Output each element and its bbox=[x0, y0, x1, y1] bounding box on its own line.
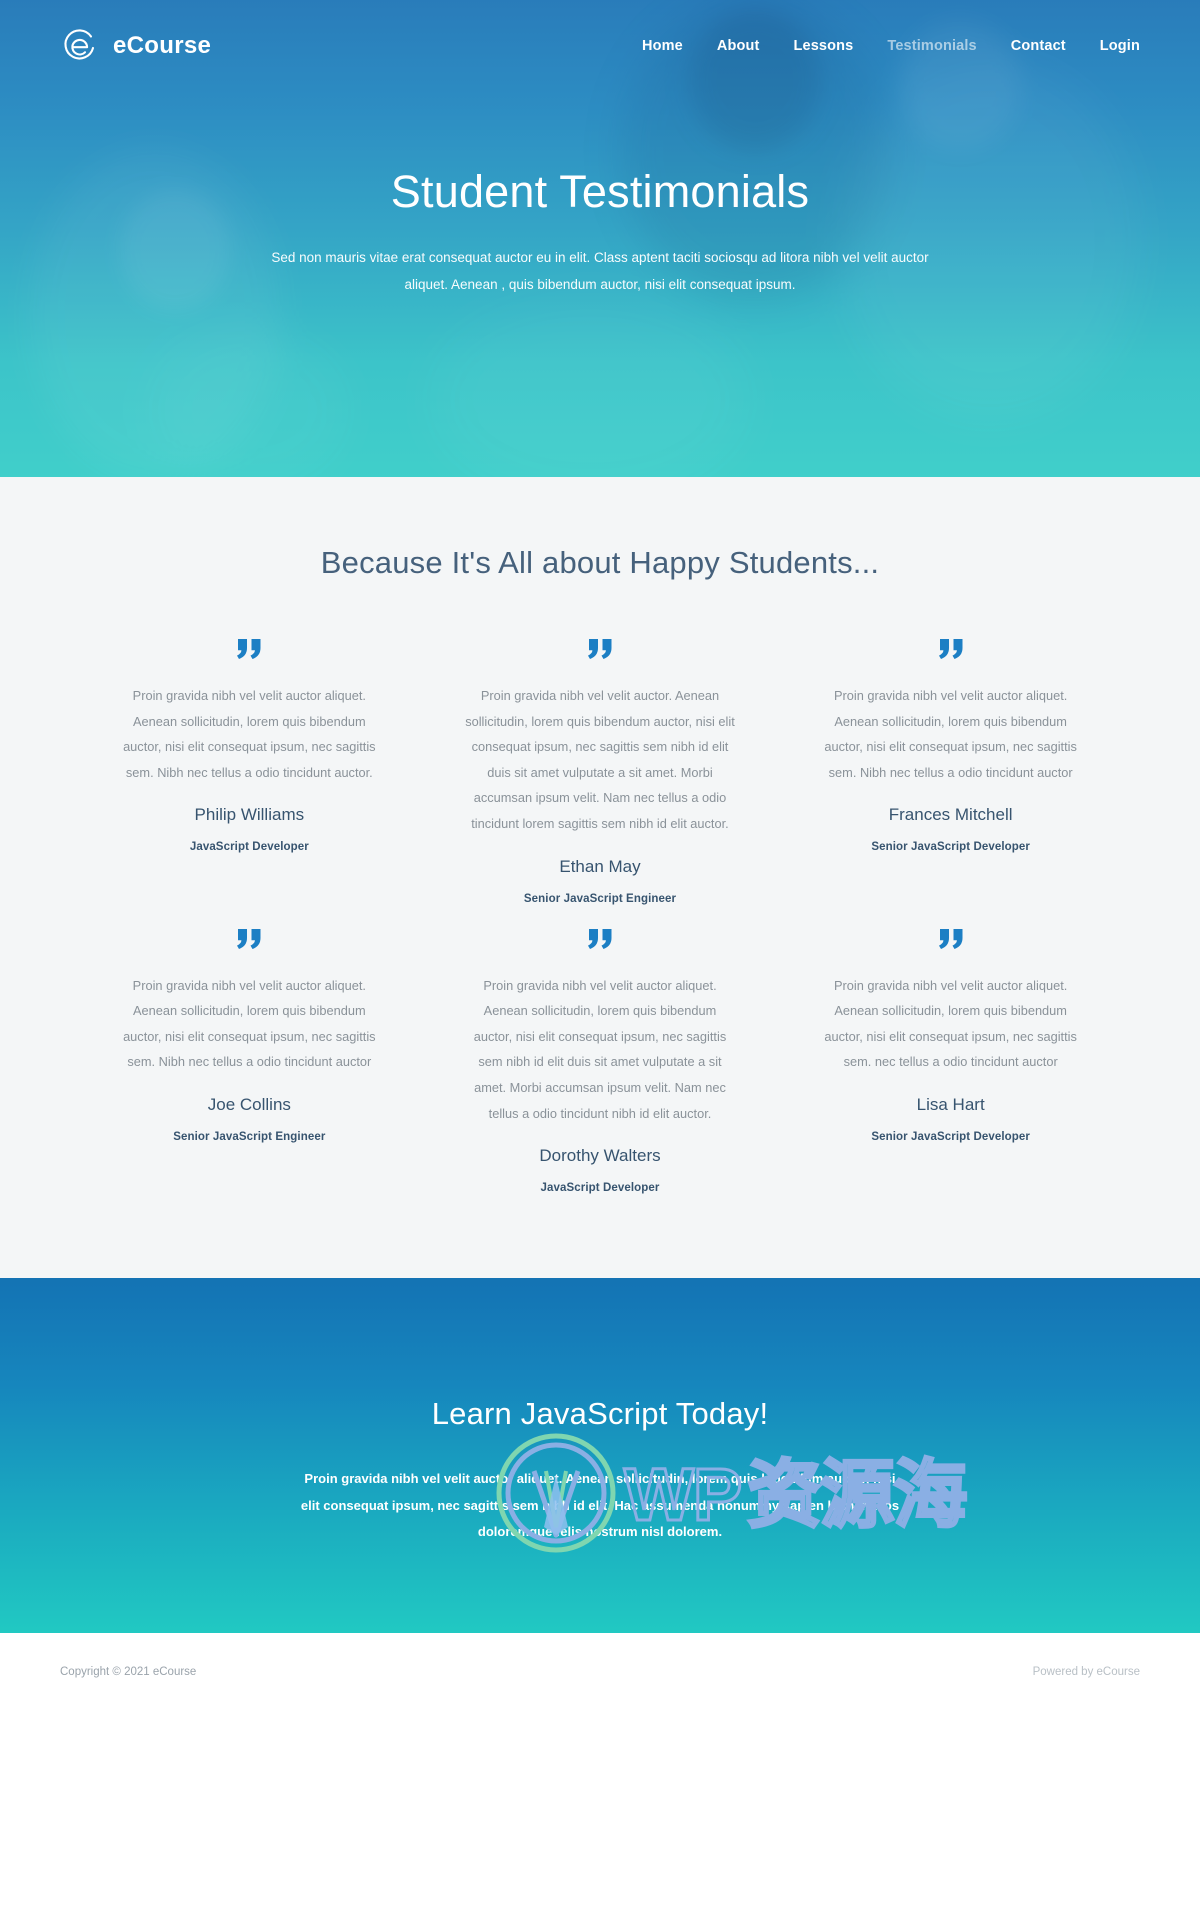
brand-name: eCourse bbox=[113, 32, 212, 59]
testimonial-card: Proin gravida nibh vel velit auctor aliq… bbox=[791, 928, 1110, 1143]
testimonial-author-name: Joe Collins bbox=[207, 1094, 291, 1114]
testimonial-author-role: Senior JavaScript Engineer bbox=[523, 892, 677, 905]
testimonial-author-role: Senior JavaScript Developer bbox=[871, 1130, 1030, 1143]
main-nav: Home About Lessons Testimonials Contact … bbox=[642, 38, 1140, 54]
testimonial-card: Proin gravida nibh vel velit auctor aliq… bbox=[441, 928, 760, 1195]
testimonial-card: Proin gravida nibh vel velit auctor aliq… bbox=[90, 928, 409, 1143]
quotation-mark-icon bbox=[235, 928, 263, 951]
testimonial-text: Proin gravida nibh vel velit auctor. Aen… bbox=[465, 688, 735, 831]
testimonial-text: Proin gravida nibh vel velit auctor aliq… bbox=[123, 688, 376, 780]
quotation-mark-icon bbox=[586, 928, 614, 951]
testimonial-author-name: Lisa Hart bbox=[916, 1094, 985, 1114]
brand-logo-link[interactable]: eCourse bbox=[60, 26, 211, 66]
testimonial-author-name: Dorothy Walters bbox=[539, 1146, 661, 1166]
site-footer: Copyright © 2021 eCourse Powered by eCou… bbox=[0, 1633, 1200, 1711]
hero-copy: Student Testimonials Sed non mauris vita… bbox=[0, 74, 1200, 298]
nav-item-contact[interactable]: Contact bbox=[1011, 38, 1066, 54]
cta-section: Learn JavaScript Today! Proin gravida ni… bbox=[0, 1278, 1200, 1634]
testimonial-author-role: Senior JavaScript Developer bbox=[871, 841, 1030, 854]
top-navigation-bar: eCourse Home About Lessons Testimonials … bbox=[0, 0, 1200, 74]
quotation-mark-icon bbox=[235, 639, 263, 661]
testimonial-author-name: Ethan May bbox=[559, 856, 641, 876]
quotation-mark-icon bbox=[937, 639, 965, 661]
testimonial-author-name: Frances Mitchell bbox=[888, 805, 1013, 825]
testimonial-author-name: Philip Williams bbox=[194, 805, 305, 825]
testimonial-card: Proin gravida nibh vel velit auctor aliq… bbox=[90, 639, 409, 853]
footer-powered-by: Powered by eCourse bbox=[1032, 1665, 1140, 1678]
testimonial-author-role: Senior JavaScript Engineer bbox=[173, 1130, 326, 1143]
testimonial-card: Proin gravida nibh vel velit auctor. Aen… bbox=[441, 639, 760, 905]
cta-text: Proin gravida nibh vel velit auctor aliq… bbox=[300, 1471, 900, 1540]
testimonials-section: Because It's All about Happy Students...… bbox=[0, 477, 1200, 1279]
quotation-mark-icon bbox=[937, 928, 965, 951]
page-title: Student Testimonials bbox=[390, 166, 810, 217]
testimonial-author-role: JavaScript Developer bbox=[189, 841, 309, 854]
hero-section: eCourse Home About Lessons Testimonials … bbox=[0, 0, 1200, 477]
nav-item-testimonials[interactable]: Testimonials bbox=[887, 38, 976, 54]
page-root: eCourse Home About Lessons Testimonials … bbox=[0, 0, 1200, 1909]
testimonial-text: Proin gravida nibh vel velit auctor aliq… bbox=[824, 688, 1077, 780]
testimonial-text: Proin gravida nibh vel velit auctor aliq… bbox=[824, 977, 1077, 1070]
testimonials-grid: Proin gravida nibh vel velit auctor aliq… bbox=[90, 639, 1110, 1194]
ecourse-e-mark-icon bbox=[60, 26, 100, 66]
cta-title: Learn JavaScript Today! bbox=[431, 1396, 769, 1432]
testimonial-text: Proin gravida nibh vel velit auctor aliq… bbox=[123, 977, 376, 1070]
testimonial-text: Proin gravida nibh vel velit auctor aliq… bbox=[473, 977, 727, 1121]
nav-item-about[interactable]: About bbox=[717, 38, 760, 54]
section-heading: Because It's All about Happy Students... bbox=[320, 545, 880, 580]
nav-item-home[interactable]: Home bbox=[642, 38, 683, 54]
hero-subtitle: Sed non mauris vitae erat consequat auct… bbox=[271, 249, 929, 292]
nav-item-lessons[interactable]: Lessons bbox=[794, 38, 854, 54]
testimonial-card: Proin gravida nibh vel velit auctor aliq… bbox=[791, 639, 1110, 853]
testimonial-author-role: JavaScript Developer bbox=[540, 1182, 660, 1195]
nav-item-login[interactable]: Login bbox=[1100, 38, 1140, 54]
quotation-mark-icon bbox=[586, 639, 614, 661]
footer-copyright: Copyright © 2021 eCourse bbox=[60, 1665, 197, 1678]
